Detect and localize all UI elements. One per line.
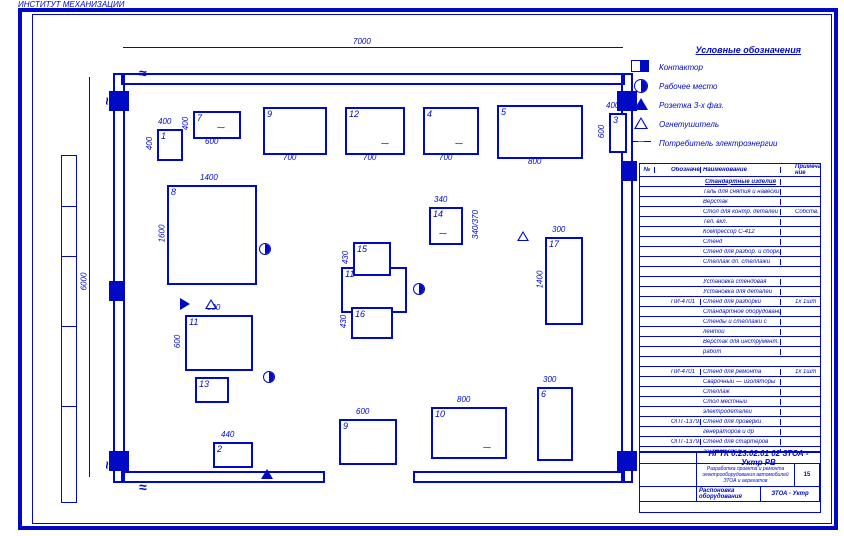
border-outer: 7000 6000 ≈ ≈ ≈ ≈ xyxy=(18,8,838,530)
spec-row: Стол для контр. деталейСобств. xyxy=(640,207,820,217)
equipment-label: 16 xyxy=(355,309,365,319)
equipment-label: 4 xyxy=(427,109,432,119)
spec-row: лентой xyxy=(640,327,820,337)
legend-symbol-split-icon xyxy=(631,60,651,74)
legend-symbol-wire-icon: ⁓ xyxy=(631,136,651,150)
equipment-17 xyxy=(545,237,583,325)
equipment-label: 6 xyxy=(541,389,546,399)
plan-symbol-tri-icon xyxy=(180,298,190,310)
equipment-label: 17 xyxy=(549,239,559,249)
spec-row: Сварочный — изоляторы xyxy=(640,377,820,387)
scale-box: 15 xyxy=(795,464,820,486)
spec-row: Стол местный xyxy=(640,397,820,407)
power-consumer-icon: ⁓ xyxy=(483,443,491,452)
power-consumer-icon: ⁓ xyxy=(381,139,389,148)
equipment-label: 11 xyxy=(189,317,198,327)
equipment-9a xyxy=(263,107,327,155)
spec-row: ПИ-4701Стенд для разборки1х 1шт xyxy=(640,297,820,307)
equipment-label: 12 xyxy=(349,109,359,119)
drawing-sheet: ИНСТИТУТ МЕХАНИЗАЦИИ 7000 6000 xyxy=(0,0,844,536)
equipment-label: 13 xyxy=(199,379,209,389)
equipment-label: 8 xyxy=(171,187,176,197)
doc-number: НГТК 0.23.02.01 02 ЗТОА - Уктр РВ xyxy=(697,452,820,463)
left-margin-stamp xyxy=(61,155,77,503)
spec-row: Установка для деталей xyxy=(640,287,820,297)
drawing-title: Разработка проекта и ремонта электрообор… xyxy=(697,464,795,486)
legend-title: Условные обозначения xyxy=(631,45,801,55)
spec-row: Верстак для инструмент. xyxy=(640,337,820,347)
power-consumer-icon: ⁓ xyxy=(439,229,447,238)
spec-row: Стеллаж xyxy=(640,387,820,397)
legend-row: Розетка 3-х фаз. xyxy=(631,98,801,112)
spec-row: Стенды и стеллажи с xyxy=(640,317,820,327)
power-consumer-icon: ⁓ xyxy=(455,139,463,148)
equipment-label: 3 xyxy=(613,115,618,125)
overall-height-dim: 6000 xyxy=(79,273,88,291)
title-block: НГТК 0.23.02.01 02 ЗТОА - Уктр РВ Разраб… xyxy=(639,451,821,513)
equipment-5 xyxy=(497,105,583,159)
equipment-label: 9 xyxy=(343,421,348,431)
equipment-label: 9 xyxy=(267,109,272,119)
legend: Условные обозначения Контактор Рабочее ме… xyxy=(631,45,801,155)
power-consumer-icon: ⁓ xyxy=(217,123,225,132)
equipment-label: 1 xyxy=(161,131,166,141)
legend-label: Розетка 3-х фаз. xyxy=(659,101,724,110)
spec-row: Таль для снятия и навески xyxy=(640,187,820,197)
plan-symbol-circ-icon xyxy=(259,243,271,255)
plan-symbol-circ-icon xyxy=(263,371,275,383)
legend-label: Контактор xyxy=(659,63,703,72)
spec-row: ОПТ-13791АСтенд для проверки xyxy=(640,417,820,427)
plan-symbol-tri-icon xyxy=(261,469,273,479)
border-inner: 7000 6000 ≈ ≈ ≈ ≈ xyxy=(32,14,832,524)
overall-width-dim: 7000 xyxy=(353,37,371,46)
equipment-label: 5 xyxy=(501,107,506,117)
spec-row: работ xyxy=(640,347,820,357)
legend-symbol-circ-icon xyxy=(631,79,651,93)
spec-row: Стандартное оборудование xyxy=(640,307,820,317)
spec-row: ПИ-4701Стенд для ремонта1х 1шт xyxy=(640,367,820,377)
equipment-label: 2 xyxy=(217,444,222,454)
spec-row: генераторов и др xyxy=(640,427,820,437)
spec-row xyxy=(640,267,820,277)
specification-table: № Обозначение Наименование Примеча-ние С… xyxy=(639,163,821,453)
legend-symbol-trih-icon xyxy=(631,117,651,131)
spec-row: Установка стендовая xyxy=(640,277,820,287)
drawing-subtitle: Распоновка оборудования xyxy=(697,487,761,501)
equipment-label: 10 xyxy=(435,409,445,419)
legend-symbol-tri-icon xyxy=(631,98,651,112)
spec-row: Верстак xyxy=(640,197,820,207)
legend-row: Контактор xyxy=(631,60,801,74)
spec-row xyxy=(640,357,820,367)
floor-plan: 7000 6000 ≈ ≈ ≈ ≈ xyxy=(93,37,643,487)
legend-label: Потребитель электроэнергии xyxy=(659,139,778,148)
legend-row: Огнетушитель xyxy=(631,117,801,131)
spec-row: Стеллаж дл. стеллажи xyxy=(640,257,820,267)
spec-row: ОПТ-13791АСтенд для стартеров xyxy=(640,437,820,447)
spec-row: Стенд для разбор. и сборк. xyxy=(640,247,820,257)
legend-row: Рабочее место xyxy=(631,79,801,93)
spec-row: Стенд xyxy=(640,237,820,247)
project-code: ЗТОА - Уктр xyxy=(761,487,820,501)
equipment-label: 7 xyxy=(197,113,202,123)
equipment-label: 14 xyxy=(433,209,443,219)
spec-row: электродеталей xyxy=(640,407,820,417)
legend-label: Огнетушитель xyxy=(659,120,719,129)
spec-row: Тел. вкл. xyxy=(640,217,820,227)
legend-row: ⁓ Потребитель электроэнергии xyxy=(631,136,801,150)
legend-label: Рабочее место xyxy=(659,82,718,91)
plan-symbol-circ-icon xyxy=(413,283,425,295)
equipment-8 xyxy=(167,185,257,285)
plan-symbol-trih-icon xyxy=(517,231,529,241)
spec-row: Стандартные изделия xyxy=(640,177,820,187)
spec-row: Компрессор С-412 xyxy=(640,227,820,237)
plan-symbol-trih-icon xyxy=(205,299,217,309)
spec-header-row: № Обозначение Наименование Примеча-ние xyxy=(640,164,820,177)
equipment-label: 15 xyxy=(357,244,367,254)
